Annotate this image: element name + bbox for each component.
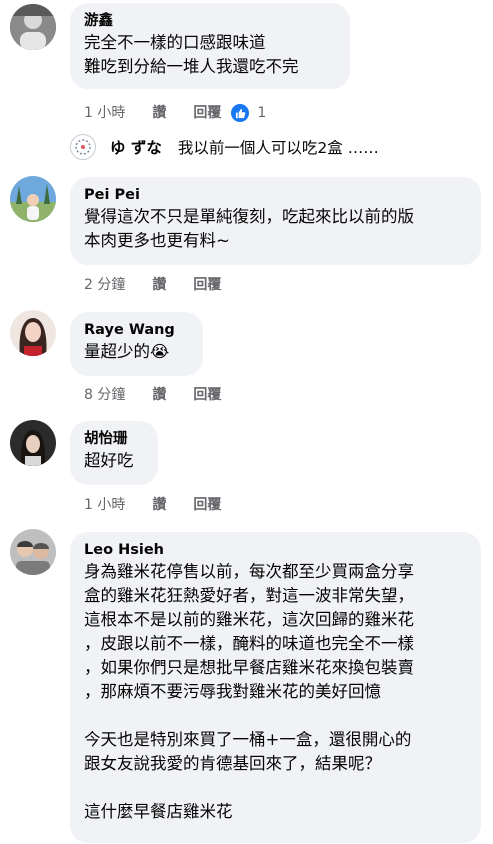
reply-preview-text: 我以前一個人可以吃2盒 …… <box>177 139 379 157</box>
comment-meta: 2 分鐘 讚 回覆 <box>84 275 248 295</box>
commenter-name[interactable]: Pei Pei <box>84 185 467 205</box>
avatar[interactable] <box>10 310 56 356</box>
comment-text: 身為雞米花停售以前，每次都至少買兩盒分享 盒的雞米花狂熱愛好者，對這一波非常失望… <box>84 562 414 821</box>
comment-time[interactable]: 8 分鐘 <box>84 385 125 405</box>
reply-button[interactable]: 回覆 <box>193 385 221 405</box>
comment-time[interactable]: 1 小時 <box>84 495 125 515</box>
like-button[interactable]: 讚 <box>152 495 166 515</box>
comment-meta: 8 分鐘 讚 回覆 <box>84 385 248 405</box>
comment-time[interactable]: 2 分鐘 <box>84 275 125 295</box>
commenter-name[interactable]: Leo Hsieh <box>84 540 467 560</box>
comment-bubble: 胡怡珊 超好吃 <box>70 421 158 485</box>
comment-text: 覺得這次不只是單純復刻，吃起來比以前的版 本肉更多也更有料~ <box>84 207 414 250</box>
comment-text: 超好吃 <box>84 451 134 470</box>
comment-bubble: 游鑫 完全不一樣的口感跟味道 難吃到分給一堆人我還吃不完 <box>70 3 350 89</box>
comment-text: 完全不一樣的口感跟味道 難吃到分給一堆人我還吃不完 <box>84 33 299 76</box>
reply-preview[interactable]: ゆ ずな 我以前一個人可以吃2盒 …… <box>70 134 379 160</box>
reply-author-name[interactable]: ゆ ずな <box>110 136 162 158</box>
avatar[interactable] <box>10 176 56 222</box>
commenter-name[interactable]: 游鑫 <box>84 11 336 31</box>
reply-button[interactable]: 回覆 <box>193 495 221 515</box>
comment-time[interactable]: 1 小時 <box>84 103 125 123</box>
like-button[interactable]: 讚 <box>152 275 166 295</box>
commenter-name[interactable]: 胡怡珊 <box>84 429 144 449</box>
like-button[interactable]: 讚 <box>152 385 166 405</box>
reply-button[interactable]: 回覆 <box>193 103 221 123</box>
reply-button[interactable]: 回覆 <box>193 275 221 295</box>
reaction-count[interactable]: 1 <box>257 103 266 123</box>
comment-meta: 1 小時 讚 回覆 <box>84 495 248 515</box>
comment-bubble: Raye Wang 量超少的😭 <box>70 312 203 376</box>
comment-meta: 1 小時 讚 回覆 1 <box>84 103 293 123</box>
avatar[interactable] <box>10 529 56 575</box>
avatar[interactable] <box>10 420 56 466</box>
thumbs-up-icon[interactable] <box>231 104 250 122</box>
avatar[interactable] <box>10 4 56 50</box>
comment-text: 量超少的😭 <box>84 342 170 361</box>
like-button[interactable]: 讚 <box>152 103 166 123</box>
reply-avatar <box>70 134 96 160</box>
commenter-name[interactable]: Raye Wang <box>84 320 189 340</box>
comment-bubble: Pei Pei 覺得這次不只是單純復刻，吃起來比以前的版 本肉更多也更有料~ <box>70 177 481 265</box>
comment-bubble: Leo Hsieh 身為雞米花停售以前，每次都至少買兩盒分享 盒的雞米花狂熱愛好… <box>70 532 481 843</box>
